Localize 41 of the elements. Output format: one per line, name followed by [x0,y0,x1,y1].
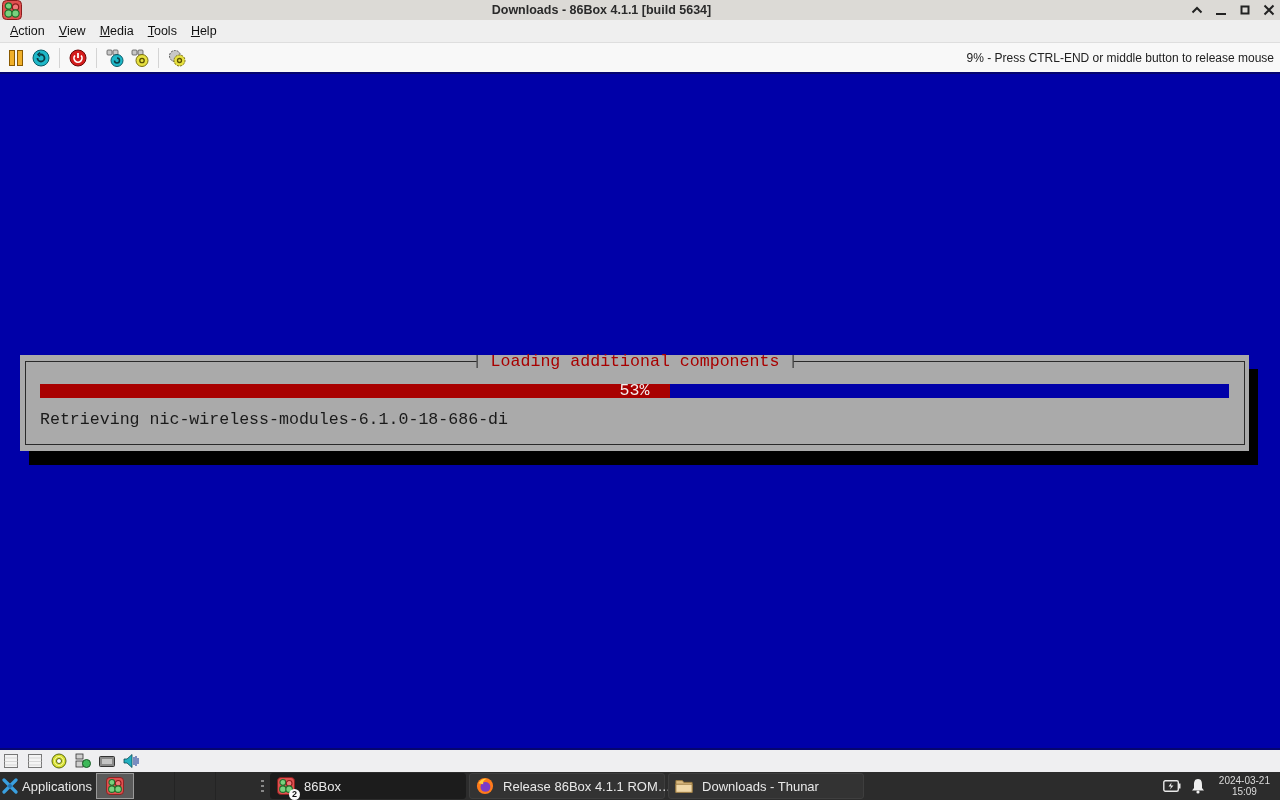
power-icon[interactable] [69,48,87,67]
maximize-icon[interactable] [1239,4,1251,16]
menu-item[interactable]: View [51,23,93,39]
clock-time: 15:09 [1231,786,1257,797]
app-logo-icon[interactable] [2,0,22,20]
menu-item[interactable]: Action [3,23,52,39]
cd-disc-icon[interactable] [51,753,67,769]
reset-icon[interactable] [32,48,50,67]
close-icon[interactable] [1263,4,1275,16]
keys-gear-icon[interactable] [131,48,149,67]
battery-icon[interactable] [1162,780,1181,792]
cross-logo-icon [2,778,18,794]
gears-icon[interactable] [168,48,186,67]
clock-date: 2024-03-21 [1218,775,1270,786]
status-message: Retrieving nic-wireless-modules-6.1.0-18-686-di [40,412,509,428]
speaker-icon[interactable] [123,753,139,769]
task-button[interactable]: Release 86Box 4.1.1 ROM… [469,773,666,799]
dialog-title: Loading additional components [476,355,794,368]
task-button[interactable]: Downloads - Thunar [668,773,865,799]
folder-icon [675,777,694,795]
pause-icon[interactable] [7,48,25,67]
floppy-drive-icon[interactable] [27,753,43,769]
progress-percent: 53% [619,384,650,398]
app-logo-icon [106,777,125,795]
mouse-capture-status: 9% - Press CTRL-END or middle button to release mouse [966,50,1275,65]
window-title: Downloads - 86Box 4.1.1 [build 5634] [491,3,712,17]
network-icon[interactable] [75,753,91,769]
floppy-drive-icon[interactable] [3,753,19,769]
task-button[interactable]: 2 86Box [270,773,467,799]
app-logo-icon [277,777,296,795]
applications-button[interactable]: Applications [0,772,95,800]
keys-cycle-icon[interactable] [106,48,124,67]
window-count-badge: 2 [289,789,301,800]
bell-icon[interactable] [1190,778,1205,794]
menu-item[interactable]: Tools [140,23,184,39]
caret-up-icon[interactable] [1191,4,1203,16]
fox-globe-icon [476,777,495,795]
menu-item[interactable]: Help [183,23,224,39]
menu-item[interactable]: Media [92,23,141,39]
launcher-button[interactable] [96,773,135,799]
drag-handle-icon[interactable] [261,780,265,792]
